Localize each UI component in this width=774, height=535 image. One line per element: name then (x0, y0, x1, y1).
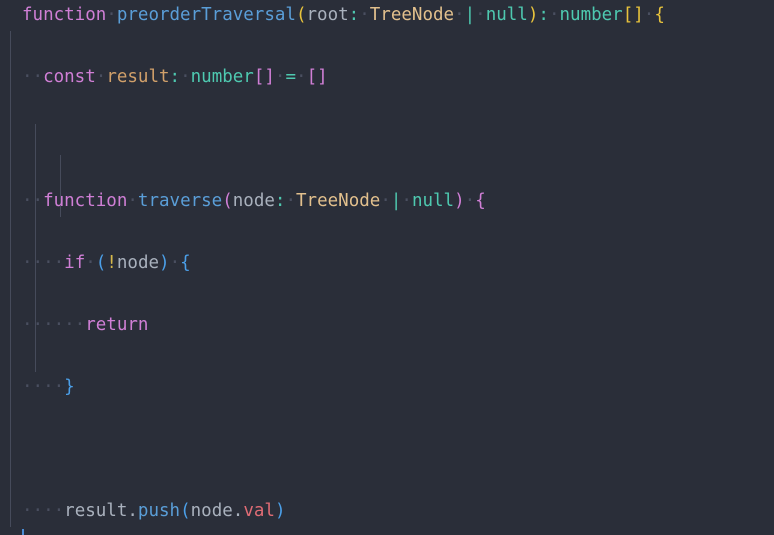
code-token: const (43, 67, 96, 87)
code-token: . (232, 501, 244, 521)
code-token: | (390, 191, 402, 211)
code-token: ( (95, 253, 107, 273)
code-line[interactable]: ··const·result:·number[]·=·[] (0, 62, 774, 93)
code-token: result (106, 67, 170, 87)
code-line[interactable]: ····if·(!node)·{ (0, 248, 774, 279)
code-token: if (64, 253, 86, 273)
code-token: number (190, 67, 254, 87)
code-token: · (285, 191, 297, 211)
code-token: ! (106, 253, 117, 273)
code-token: · (454, 5, 465, 25)
code-token: · (401, 191, 412, 211)
code-token: ······ (22, 315, 86, 335)
code-token: : (169, 67, 181, 87)
code-token: ···· (22, 501, 65, 521)
code-line[interactable]: function·preorderTraversal(root:·TreeNod… (0, 0, 774, 31)
code-token: · (95, 67, 107, 87)
code-token: function (43, 191, 128, 211)
code-token: ···· (22, 253, 65, 273)
code-token: [] (306, 67, 328, 87)
code-token: . (127, 501, 138, 521)
code-token: · (180, 67, 191, 87)
code-token: { (654, 5, 665, 25)
code-token: ( (295, 5, 307, 25)
code-token: · (169, 253, 181, 273)
code-token: · (359, 5, 370, 25)
code-token: TreeNode (369, 5, 455, 25)
code-line[interactable]: ····result.push(node.val) (0, 496, 774, 527)
code-token: push (137, 501, 181, 521)
code-token: : (538, 5, 549, 25)
code-token: ) (274, 501, 286, 521)
code-token: [] (622, 5, 644, 25)
code-line[interactable]: ····} (0, 372, 774, 403)
code-token: · (380, 191, 391, 211)
code-token: node (116, 253, 160, 273)
code-token: result (64, 501, 128, 521)
code-token: { (180, 253, 191, 273)
code-token: [] (253, 67, 275, 87)
code-token: } (64, 377, 75, 397)
code-token: · (548, 5, 560, 25)
code-token: · (464, 191, 476, 211)
code-token: null (485, 5, 528, 25)
code-token: · (475, 5, 486, 25)
code-token: { (475, 191, 486, 211)
code-token: ) (159, 253, 170, 273)
code-token: number (559, 5, 623, 25)
code-token: | (464, 5, 476, 25)
code-content[interactable]: function·preorderTraversal(root:·TreeNod… (0, 0, 774, 535)
code-token: ·· (22, 191, 44, 211)
code-token: · (643, 5, 655, 25)
code-token: TreeNode (296, 191, 381, 211)
code-token: traverse (137, 191, 223, 211)
code-token: : (274, 191, 286, 211)
code-token: ) (527, 5, 539, 25)
code-token: ) (454, 191, 465, 211)
code-editor[interactable]: function·preorderTraversal(root:·TreeNod… (0, 0, 774, 535)
code-token: preorderTraversal (116, 5, 296, 25)
code-token: : (348, 5, 360, 25)
code-token: ( (222, 191, 233, 211)
code-token: node (232, 191, 275, 211)
code-token: return (85, 315, 149, 335)
code-token: · (296, 67, 307, 87)
code-token: ( (180, 501, 191, 521)
code-token: val (243, 501, 275, 521)
code-token: node (190, 501, 233, 521)
code-token: = (285, 67, 297, 87)
code-line[interactable]: ··function·traverse(node:·TreeNode·|·nul… (0, 186, 774, 217)
code-token: · (127, 191, 138, 211)
code-token: null (411, 191, 455, 211)
code-line[interactable] (0, 434, 774, 465)
code-token: ···· (22, 377, 65, 397)
code-line[interactable] (0, 124, 774, 155)
code-token: function (22, 5, 107, 25)
code-token: · (274, 67, 286, 87)
code-token: · (106, 5, 117, 25)
code-token: ·· (22, 67, 44, 87)
code-token: · (85, 253, 96, 273)
text-caret (22, 529, 24, 535)
code-line[interactable]: ······return (0, 310, 774, 341)
code-token: root (306, 5, 349, 25)
